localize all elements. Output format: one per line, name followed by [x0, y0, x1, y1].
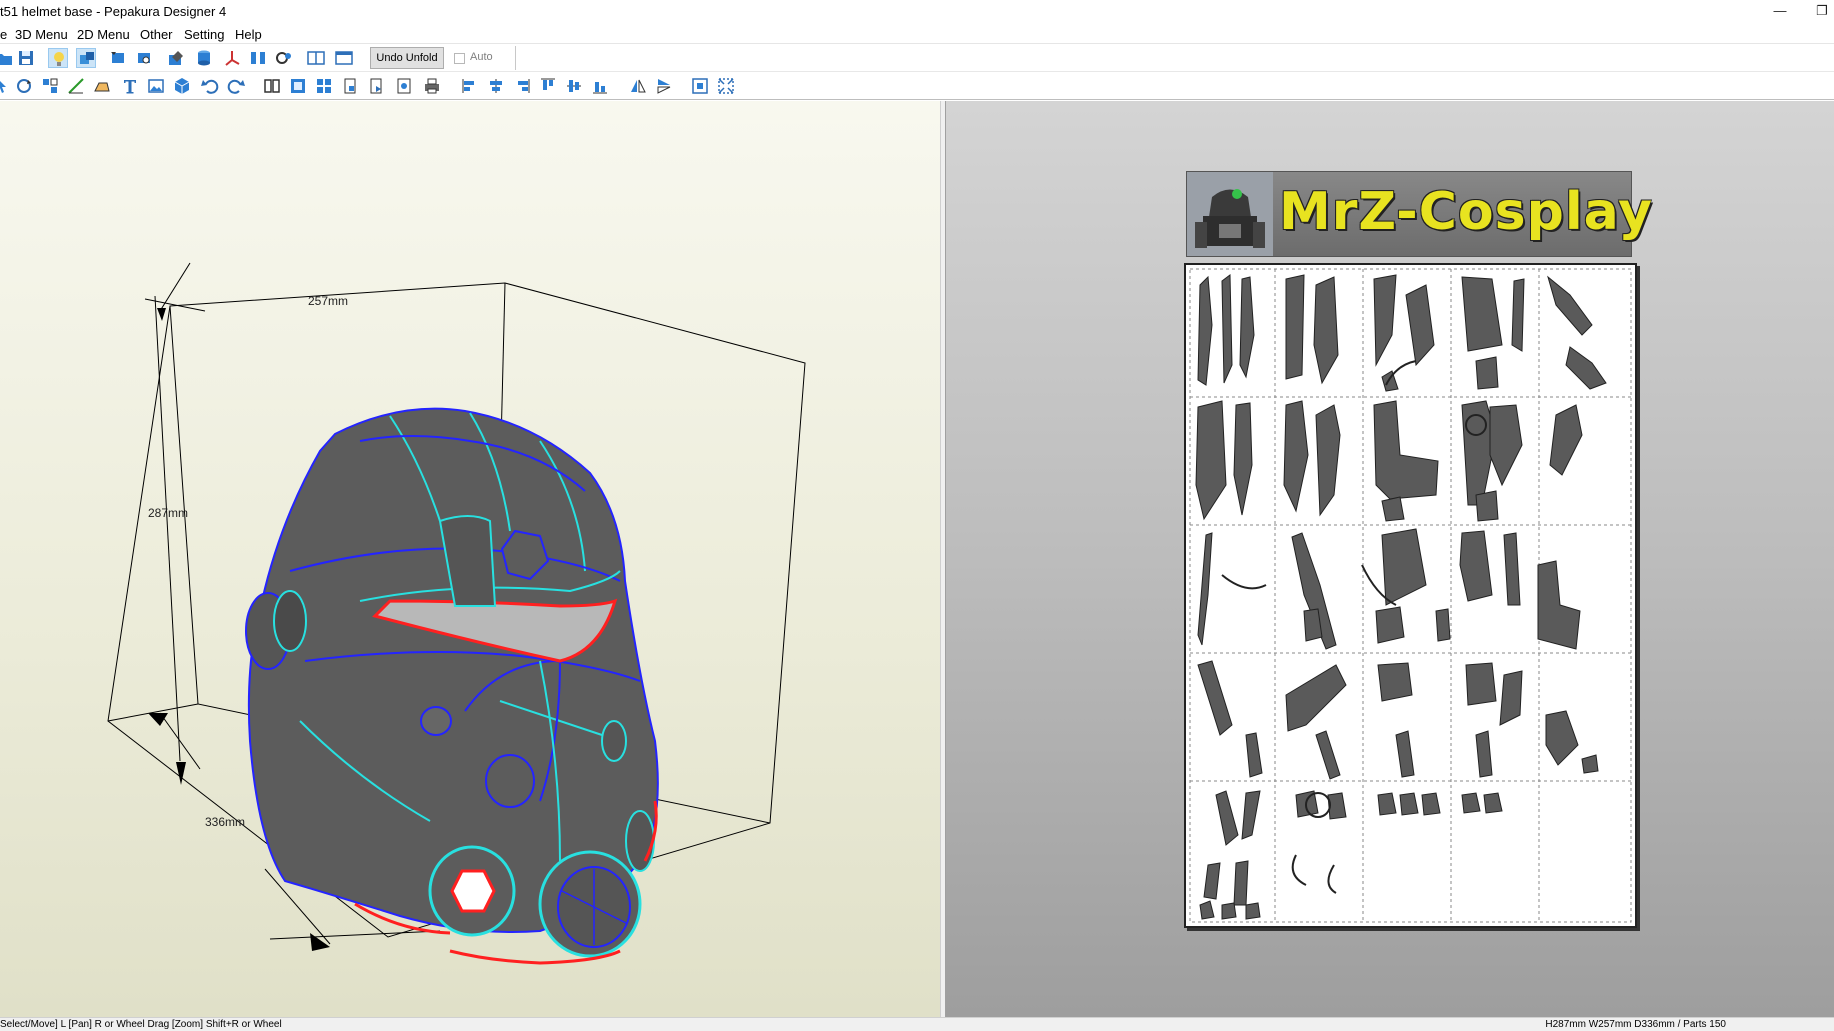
page-grid — [1189, 268, 1632, 923]
status-dimensions: H287mm W257mm D336mm / Parts 150 — [1545, 1019, 1726, 1030]
helmet-shape — [245, 407, 659, 965]
rotate-view-icon[interactable] — [108, 48, 128, 68]
edit-flap-icon[interactable] — [92, 76, 112, 96]
toolbar-divider — [515, 46, 516, 70]
banner-title: MrZ-Cosplay — [1279, 182, 1654, 242]
fit-all-icon[interactable] — [716, 76, 736, 96]
menu-3d[interactable]: 3D Menu — [15, 27, 68, 42]
width-dimension-label: 257mm — [308, 294, 349, 308]
robot-logo-icon — [1187, 172, 1273, 256]
fold-line-icon[interactable] — [66, 76, 86, 96]
page-setup-icon[interactable] — [340, 76, 360, 96]
print-preview-icon[interactable] — [394, 76, 414, 96]
split-view-icon[interactable] — [248, 48, 268, 68]
restore-button[interactable]: ❐ — [1812, 2, 1832, 20]
zoom-view-icon[interactable] — [134, 48, 154, 68]
auto-checkbox[interactable] — [454, 53, 465, 64]
print-icon[interactable] — [422, 76, 442, 96]
save-icon[interactable] — [16, 48, 36, 68]
title-bar: t51 helmet base - Pepakura Designer 4 — … — [0, 0, 1834, 24]
arrange-icon[interactable] — [288, 76, 308, 96]
cosplay-banner: MrZ-Cosplay — [1186, 171, 1652, 257]
toolbar-top: Undo Unfold Auto — [0, 44, 1834, 72]
single-pane-icon[interactable] — [334, 48, 354, 68]
image-icon[interactable] — [146, 76, 166, 96]
menu-setting[interactable]: Setting — [184, 27, 224, 42]
3d-view-pane[interactable]: 257mm 287mm 336mm — [0, 101, 940, 1017]
menu-other[interactable]: Other — [140, 27, 173, 42]
unfold-icon[interactable] — [76, 48, 96, 68]
window-title: t51 helmet base - Pepakura Designer 4 — [0, 4, 227, 19]
redo-icon[interactable] — [226, 76, 246, 96]
cube-icon[interactable] — [172, 76, 192, 96]
layout-grid-icon[interactable] — [314, 76, 334, 96]
helmet-3d-model — [107, 262, 806, 965]
height-dimension-label: 287mm — [148, 506, 189, 520]
book-icon[interactable] — [262, 76, 282, 96]
text-icon[interactable] — [120, 76, 140, 96]
auto-label: Auto — [470, 51, 493, 63]
align-right-icon[interactable] — [512, 76, 532, 96]
align-top-icon[interactable] — [538, 76, 558, 96]
menu-help[interactable]: Help — [235, 27, 262, 42]
align-middle-icon[interactable] — [564, 76, 584, 96]
flip-vertical-icon[interactable] — [654, 76, 674, 96]
rotate-part-icon[interactable] — [14, 76, 34, 96]
join-edges-icon[interactable] — [40, 76, 60, 96]
2d-view-pane[interactable]: MrZ-Cosplay — [946, 101, 1834, 1017]
cylinder-icon[interactable] — [194, 48, 214, 68]
menu-2d[interactable]: 2D Menu — [77, 27, 130, 42]
minimize-button[interactable]: — — [1770, 2, 1790, 20]
menu-bar: e 3D Menu 2D Menu Other Setting Help — [0, 24, 1834, 44]
undo-icon[interactable] — [200, 76, 220, 96]
status-bar: Select/Move] L [Pan] R or Wheel Drag [Zo… — [0, 1017, 1834, 1031]
select-icon[interactable] — [0, 76, 12, 96]
status-hint: Select/Move] L [Pan] R or Wheel Drag [Zo… — [0, 1019, 282, 1030]
fit-page-icon[interactable] — [690, 76, 710, 96]
axis-icon[interactable] — [222, 48, 242, 68]
flip-horizontal-icon[interactable] — [628, 76, 648, 96]
two-pane-icon[interactable] — [306, 48, 326, 68]
align-bottom-icon[interactable] — [590, 76, 610, 96]
align-left-icon[interactable] — [460, 76, 480, 96]
view-setting-icon[interactable] — [274, 48, 294, 68]
align-center-icon[interactable] — [486, 76, 506, 96]
auto-checkbox-group[interactable]: Auto — [452, 48, 514, 68]
menu-file[interactable]: e — [0, 27, 7, 42]
parts — [1195, 274, 1607, 920]
edit-face-icon[interactable] — [166, 48, 186, 68]
toolbar-bottom — [0, 72, 1834, 100]
depth-dimension-label: 336mm — [205, 815, 246, 829]
unfolded-parts — [1189, 268, 1632, 923]
bulb-icon[interactable] — [48, 48, 68, 68]
page-export-icon[interactable] — [366, 76, 386, 96]
open-icon[interactable] — [0, 48, 14, 68]
undo-unfold-button[interactable]: Undo Unfold — [370, 47, 444, 69]
paper-sheet[interactable] — [1184, 263, 1637, 928]
